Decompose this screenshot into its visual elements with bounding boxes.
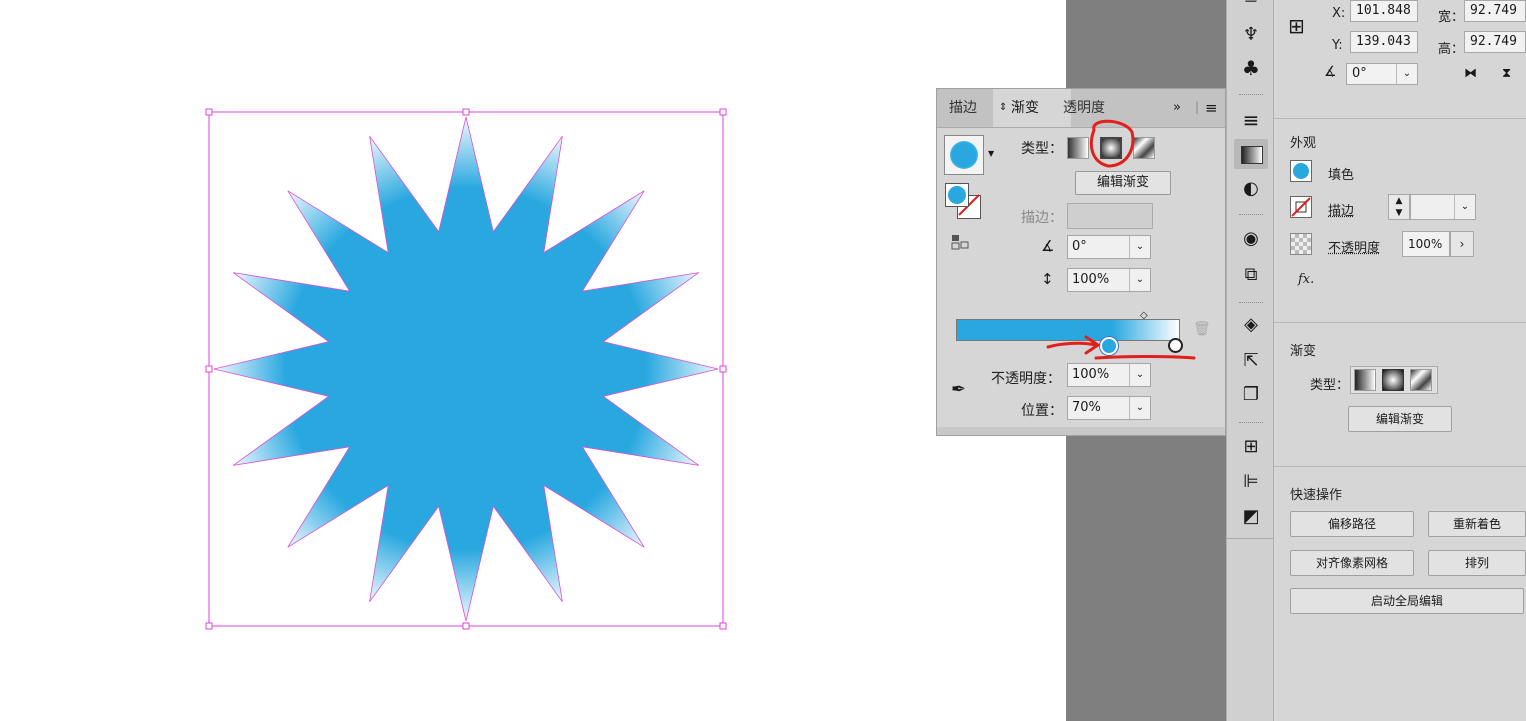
pathfinder-icon[interactable]: ◩ xyxy=(1238,506,1264,532)
annotation-arrow-line xyxy=(1046,341,1098,349)
annotation-circle xyxy=(1089,119,1135,168)
flip-horizontal-icon[interactable]: ⧓ xyxy=(1464,66,1477,81)
recolor-button[interactable]: 重新着色 xyxy=(1428,511,1526,537)
gradient-section-title: 渐变 xyxy=(1290,344,1317,359)
freeform-type-button[interactable] xyxy=(1410,369,1432,391)
edit-gradient-button[interactable]: 编辑渐变 xyxy=(1348,406,1452,432)
width-field[interactable]: 92.749 xyxy=(1464,0,1526,22)
width-label: 宽： xyxy=(1438,10,1465,25)
gradient-type-label: 类型： xyxy=(1310,378,1350,393)
transparency-panel-icon[interactable]: ◐ xyxy=(1238,178,1264,204)
properties-panel: ⊞ X: 101.848 宽： 92.749 Y: 139.043 高： 92.… xyxy=(1274,0,1526,721)
y-field[interactable]: 139.043 xyxy=(1350,31,1418,53)
export-icon[interactable]: ⇱ xyxy=(1238,350,1264,376)
symbols-club-icon[interactable]: ♣ xyxy=(1238,56,1264,82)
flip-vertical-icon[interactable]: ⧗ xyxy=(1502,66,1511,81)
appearance-panel-icon[interactable]: ◉ xyxy=(1238,228,1264,254)
rotate-value: 0° xyxy=(1352,66,1367,81)
offset-path-button[interactable]: 偏移路径 xyxy=(1290,511,1414,537)
section-divider xyxy=(1274,118,1526,119)
grid-tool-icon[interactable]: ▦ xyxy=(1238,0,1264,14)
height-field[interactable]: 92.749 xyxy=(1464,31,1526,53)
section-divider xyxy=(1274,466,1526,467)
graphic-styles-icon[interactable]: ⧉ xyxy=(1238,264,1264,290)
gradient-panel-icon-active[interactable] xyxy=(1234,139,1268,169)
x-field[interactable]: 101.848 xyxy=(1350,0,1418,22)
x-label: X: xyxy=(1332,6,1346,21)
fx-button[interactable]: fx. xyxy=(1298,272,1314,287)
toolbar-end-divider xyxy=(1227,538,1275,539)
layers-icon[interactable]: ◈ xyxy=(1238,314,1264,340)
appearance-title: 外观 xyxy=(1290,136,1317,151)
opacity-checker-icon[interactable] xyxy=(1290,233,1312,255)
opacity-expand-button[interactable]: › xyxy=(1450,231,1474,257)
fill-label: 填色 xyxy=(1328,168,1355,183)
stroke-weight-dropdown[interactable]: ⌄ xyxy=(1410,194,1476,220)
start-global-edit-button[interactable]: 启动全局编辑 xyxy=(1290,588,1524,614)
align-icon[interactable]: ⊫ xyxy=(1238,471,1264,497)
section-divider xyxy=(1274,322,1526,323)
y-label: Y: xyxy=(1332,38,1343,53)
grip-divider xyxy=(1239,94,1263,99)
height-label: 高： xyxy=(1438,42,1465,57)
rotate-field[interactable]: 0° ⌄ xyxy=(1346,63,1418,85)
grip-divider xyxy=(1239,302,1263,307)
grip-divider xyxy=(1239,214,1263,219)
align-pixel-grid-button[interactable]: 对齐像素网格 xyxy=(1290,550,1414,576)
stroke-swatch[interactable] xyxy=(1290,196,1312,218)
rotate-icon: ∡ xyxy=(1324,64,1337,80)
opacity-label[interactable]: 不透明度 xyxy=(1328,237,1380,256)
transform-icon[interactable]: ⊞ xyxy=(1238,436,1264,462)
stroke-weight-stepper[interactable]: ▲ ▼ xyxy=(1388,194,1410,220)
grip-divider xyxy=(1239,422,1263,427)
fill-swatch[interactable] xyxy=(1290,160,1312,182)
opacity-field[interactable]: 100% xyxy=(1402,231,1450,257)
arrange-button[interactable]: 排列 xyxy=(1428,550,1526,576)
radial-type-button[interactable] xyxy=(1382,369,1404,391)
stroke-label[interactable]: 描边 xyxy=(1328,200,1354,219)
gradient-type-group xyxy=(1350,366,1438,394)
tools-panel: ▦ ♆ ♣ ≡ ◐ ◉ ⧉ ◈ ⇱ ❐ ⊞ ⊫ ◩ xyxy=(1226,0,1275,721)
artboards-icon[interactable]: ❐ xyxy=(1238,384,1264,410)
stroke-panel-icon[interactable]: ≡ xyxy=(1238,108,1264,134)
annotation-underline-slider xyxy=(1094,355,1196,360)
quick-actions-title: 快速操作 xyxy=(1290,488,1343,503)
symbol-sprayer-icon[interactable]: ♆ xyxy=(1238,24,1264,50)
reference-point-icon[interactable]: ⊞ xyxy=(1288,14,1314,40)
linear-type-button[interactable] xyxy=(1354,369,1376,391)
